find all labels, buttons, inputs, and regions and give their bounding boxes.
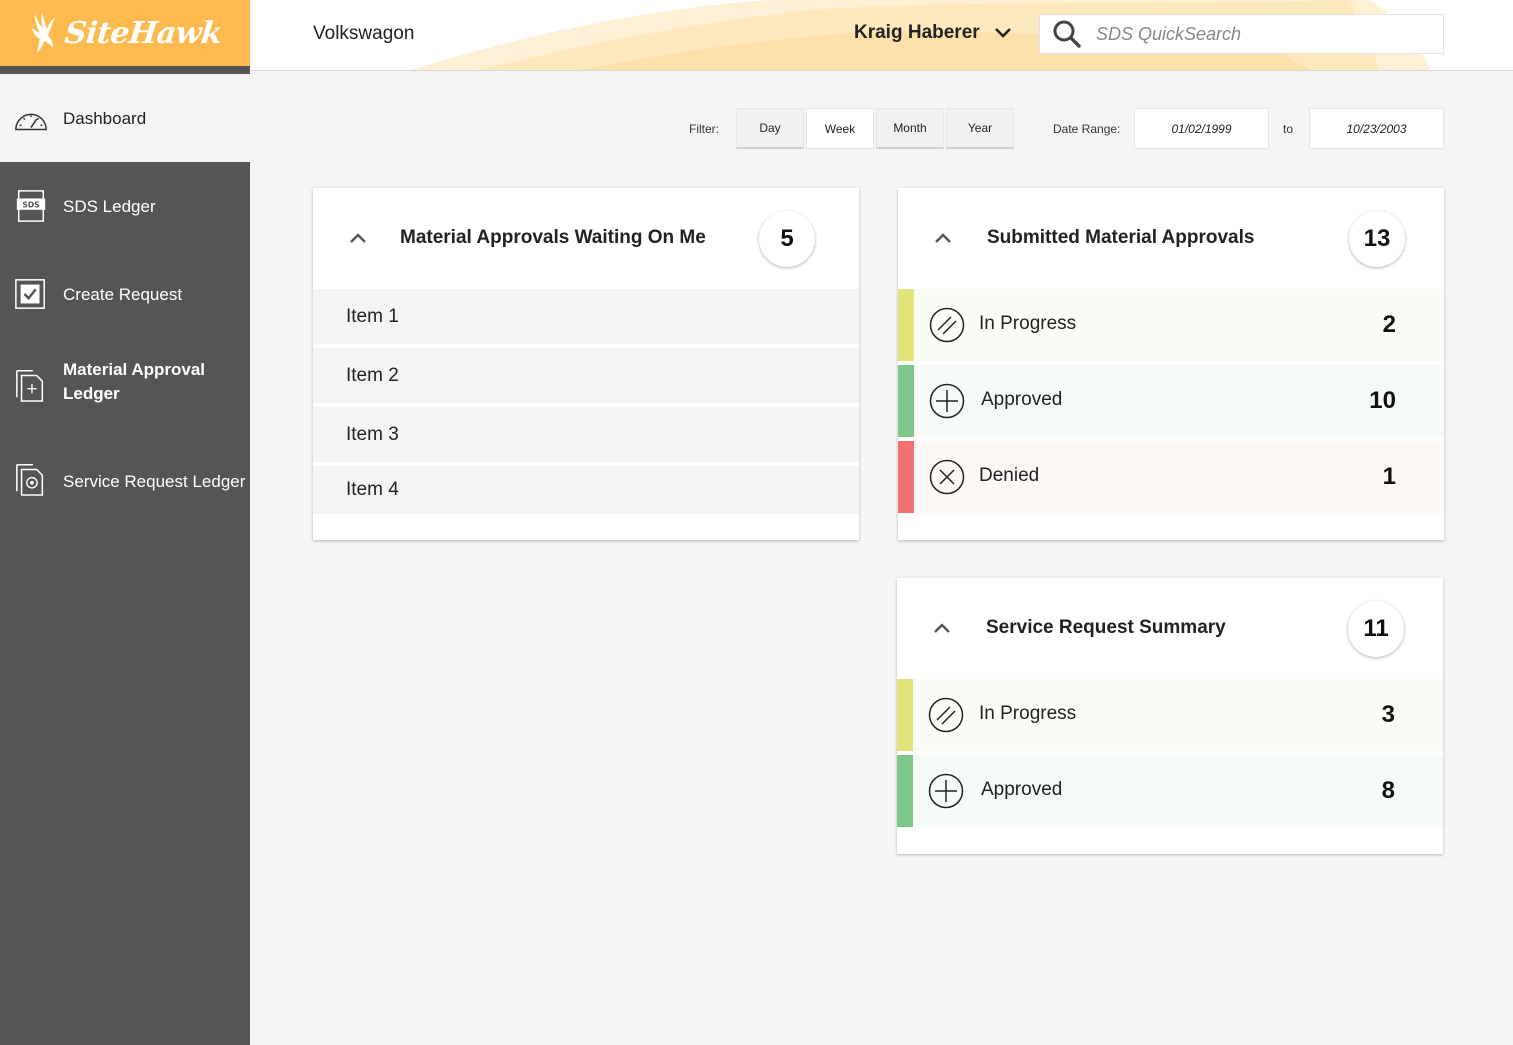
filter-month-button[interactable]: Month xyxy=(876,108,944,149)
date-to-input[interactable]: 10/23/2003 xyxy=(1309,108,1444,149)
status-count: 10 xyxy=(1369,387,1396,414)
status-color-bar xyxy=(898,289,914,361)
status-label: Approved xyxy=(981,779,1063,800)
status-count: 8 xyxy=(1381,777,1395,804)
user-menu[interactable]: Kraig Haberer xyxy=(854,22,1012,44)
date-range-label: Date Range: xyxy=(1053,122,1121,136)
hawk-logo-icon xyxy=(31,13,55,53)
sidebar-item-label: Create Request xyxy=(63,285,183,304)
status-label: Approved xyxy=(981,389,1063,410)
card-title: Material Approvals Waiting On Me xyxy=(400,227,706,248)
sidebar-item-create-request[interactable]: Create Request xyxy=(0,250,250,338)
sidebar-item-label: Dashboard xyxy=(63,109,147,128)
status-count: 1 xyxy=(1382,463,1396,490)
status-row-approved[interactable]: Approved 10 xyxy=(898,365,1444,437)
sidebar-item-material-approval-ledger[interactable]: Material Approval Ledger xyxy=(0,338,250,438)
sidebar: SiteHawk Dashboard SDS SDS Ledger Create… xyxy=(0,0,250,1045)
filter-day-button[interactable]: Day xyxy=(736,108,804,149)
status-row-in-progress[interactable]: In Progress 2 xyxy=(898,289,1444,361)
count-badge: 5 xyxy=(759,211,815,267)
status-row-approved[interactable]: Approved 8 xyxy=(897,755,1443,827)
status-color-bar xyxy=(897,755,913,827)
card-title: Submitted Material Approvals xyxy=(987,227,1255,248)
status-color-bar xyxy=(898,365,914,437)
speedometer-icon xyxy=(15,113,47,131)
count-badge: 13 xyxy=(1349,211,1405,267)
date-to-label: to xyxy=(1283,122,1294,136)
status-color-bar xyxy=(897,679,913,751)
status-count: 3 xyxy=(1381,701,1395,728)
approved-plus-icon xyxy=(929,383,965,419)
sidebar-item-sds-ledger[interactable]: SDS SDS Ledger xyxy=(0,162,250,250)
submitted-approvals-card: Submitted Material Approvals 13 In Progr… xyxy=(898,188,1444,540)
chevron-up-icon[interactable] xyxy=(934,232,952,244)
top-header: Volkswagon Kraig Haberer xyxy=(250,0,1513,71)
sds-document-icon: SDS xyxy=(16,190,46,222)
sidebar-item-service-request-ledger[interactable]: Service Request Ledger xyxy=(0,438,250,526)
card-header: Service Request Summary 11 xyxy=(897,578,1443,679)
card-header: Submitted Material Approvals 13 xyxy=(898,188,1444,289)
status-row-denied[interactable]: Denied 1 xyxy=(898,441,1444,513)
filter-label: Filter: xyxy=(689,122,719,136)
date-from-input[interactable]: 01/02/1999 xyxy=(1134,108,1269,149)
document-gear-icon xyxy=(16,464,44,496)
company-name: Volkswagon xyxy=(313,23,415,44)
filter-year-button[interactable]: Year xyxy=(946,108,1014,149)
in-progress-icon xyxy=(929,307,965,343)
chevron-up-icon[interactable] xyxy=(349,232,367,244)
sidebar-item-label: Service Request Ledger xyxy=(63,472,246,491)
card-title: Service Request Summary xyxy=(986,617,1226,638)
status-label: Denied xyxy=(979,465,1040,486)
count-badge: 11 xyxy=(1348,601,1404,657)
sidebar-item-label: SDS Ledger xyxy=(63,197,156,216)
list-item[interactable]: Item 2 xyxy=(313,348,859,403)
filter-week-button[interactable]: Week xyxy=(806,108,874,149)
status-label: In Progress xyxy=(979,313,1077,334)
logo-text: SiteHawk xyxy=(62,15,224,51)
waiting-approvals-card: Material Approvals Waiting On Me 5 Item … xyxy=(313,188,859,540)
search-box[interactable] xyxy=(1039,14,1444,54)
logo[interactable]: SiteHawk xyxy=(0,0,250,70)
status-count: 2 xyxy=(1382,311,1396,338)
status-color-bar xyxy=(898,441,914,513)
chevron-up-icon[interactable] xyxy=(933,622,951,634)
status-label: In Progress xyxy=(979,703,1077,724)
in-progress-icon xyxy=(928,697,964,733)
status-row-in-progress[interactable]: In Progress 3 xyxy=(897,679,1443,751)
user-name: Kraig Haberer xyxy=(854,22,980,43)
chevron-down-icon xyxy=(994,28,1011,38)
denied-x-icon xyxy=(929,459,965,495)
svg-text:SDS: SDS xyxy=(22,200,39,209)
sidebar-item-dashboard[interactable]: Dashboard xyxy=(0,74,250,162)
search-icon xyxy=(1053,20,1081,48)
sidebar-item-label: Material Approval Ledger xyxy=(63,360,206,403)
list-item[interactable]: Item 3 xyxy=(313,407,859,462)
document-plus-icon xyxy=(16,370,44,402)
checkbox-icon xyxy=(15,279,45,309)
service-request-summary-card: Service Request Summary 11 In Progress 3… xyxy=(897,578,1443,854)
list-item[interactable]: Item 1 xyxy=(313,289,859,344)
card-header: Material Approvals Waiting On Me 5 xyxy=(313,188,859,289)
search-input[interactable] xyxy=(1096,23,1416,45)
approved-plus-icon xyxy=(928,773,964,809)
list-item[interactable]: Item 4 xyxy=(313,466,859,514)
